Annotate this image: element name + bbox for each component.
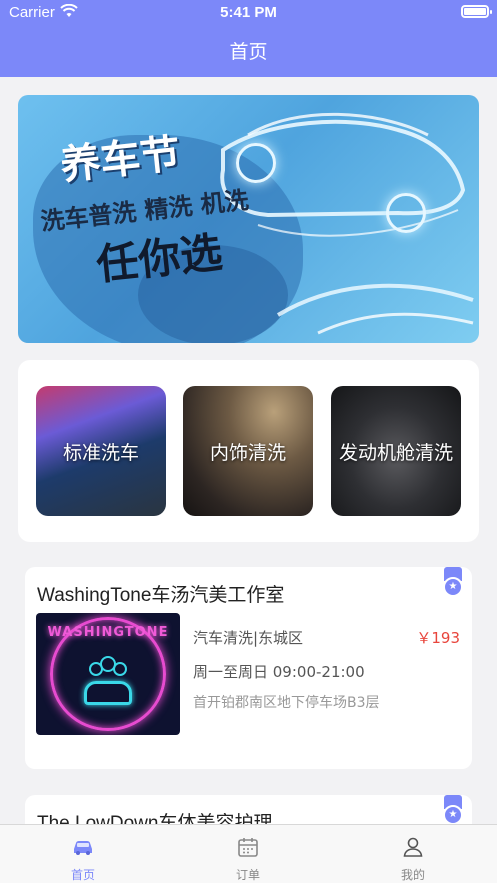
medal-icon: ★ (442, 795, 464, 827)
tab-label: 我的 (400, 868, 425, 882)
tab-label: 订单 (235, 868, 260, 882)
clock: 5:41 PM (220, 4, 277, 21)
shop-name: WashingTone车汤汽美工作室 (37, 585, 285, 606)
calendar-icon (238, 838, 258, 857)
shop-card[interactable]: WashingTone车汤汽美工作室 ★ WASHINGTONE 汽车清洗|东城… (25, 567, 472, 769)
category-standard-wash[interactable]: 标准洗车 (36, 386, 166, 516)
category-engine-cleaning[interactable]: 发动机舱清洗 (331, 386, 461, 516)
category-label: 发动机舱清洗 (338, 441, 453, 464)
car-icon (74, 841, 92, 855)
promo-banner[interactable]: 养车节 洗车普洗 精洗 机洗 任你选 (18, 95, 479, 343)
neon-car-icon (84, 681, 132, 705)
tab-profile[interactable]: 我的 (353, 825, 473, 883)
shop-logo: WASHINGTONE (36, 613, 180, 735)
bubbles-icon (89, 656, 127, 676)
tab-orders[interactable]: 订单 (188, 825, 308, 883)
status-bar: Carrier 5:41 PM (0, 0, 497, 26)
wheel-splash (386, 193, 426, 233)
wheel-splash (236, 143, 276, 183)
shop-price: ￥193 (416, 629, 460, 647)
tab-bar: 首页 订单 我的 (0, 824, 497, 883)
medal-icon: ★ (442, 567, 464, 599)
battery-icon (461, 5, 492, 18)
tab-home[interactable]: 首页 (23, 825, 143, 883)
category-label: 内饰清洗 (209, 441, 286, 464)
tab-label: 首页 (70, 868, 95, 882)
shop-category: 汽车清洗|东城区 (193, 629, 304, 647)
category-interior-cleaning[interactable]: 内饰清洗 (183, 386, 313, 516)
shop-hours: 周一至周日 09:00-21:00 (193, 663, 365, 681)
service-categories: 标准洗车 内饰清洗 发动机舱清洗 (18, 360, 479, 542)
person-icon (403, 837, 423, 857)
shop-address: 首开铂郡南区地下停车场B3层 (193, 695, 380, 711)
top-header: Carrier 5:41 PM 首页 (0, 0, 497, 77)
category-label: 标准洗车 (62, 441, 139, 464)
page-title: 首页 (229, 41, 268, 63)
shop-logo-text: WASHINGTONE (47, 625, 169, 640)
